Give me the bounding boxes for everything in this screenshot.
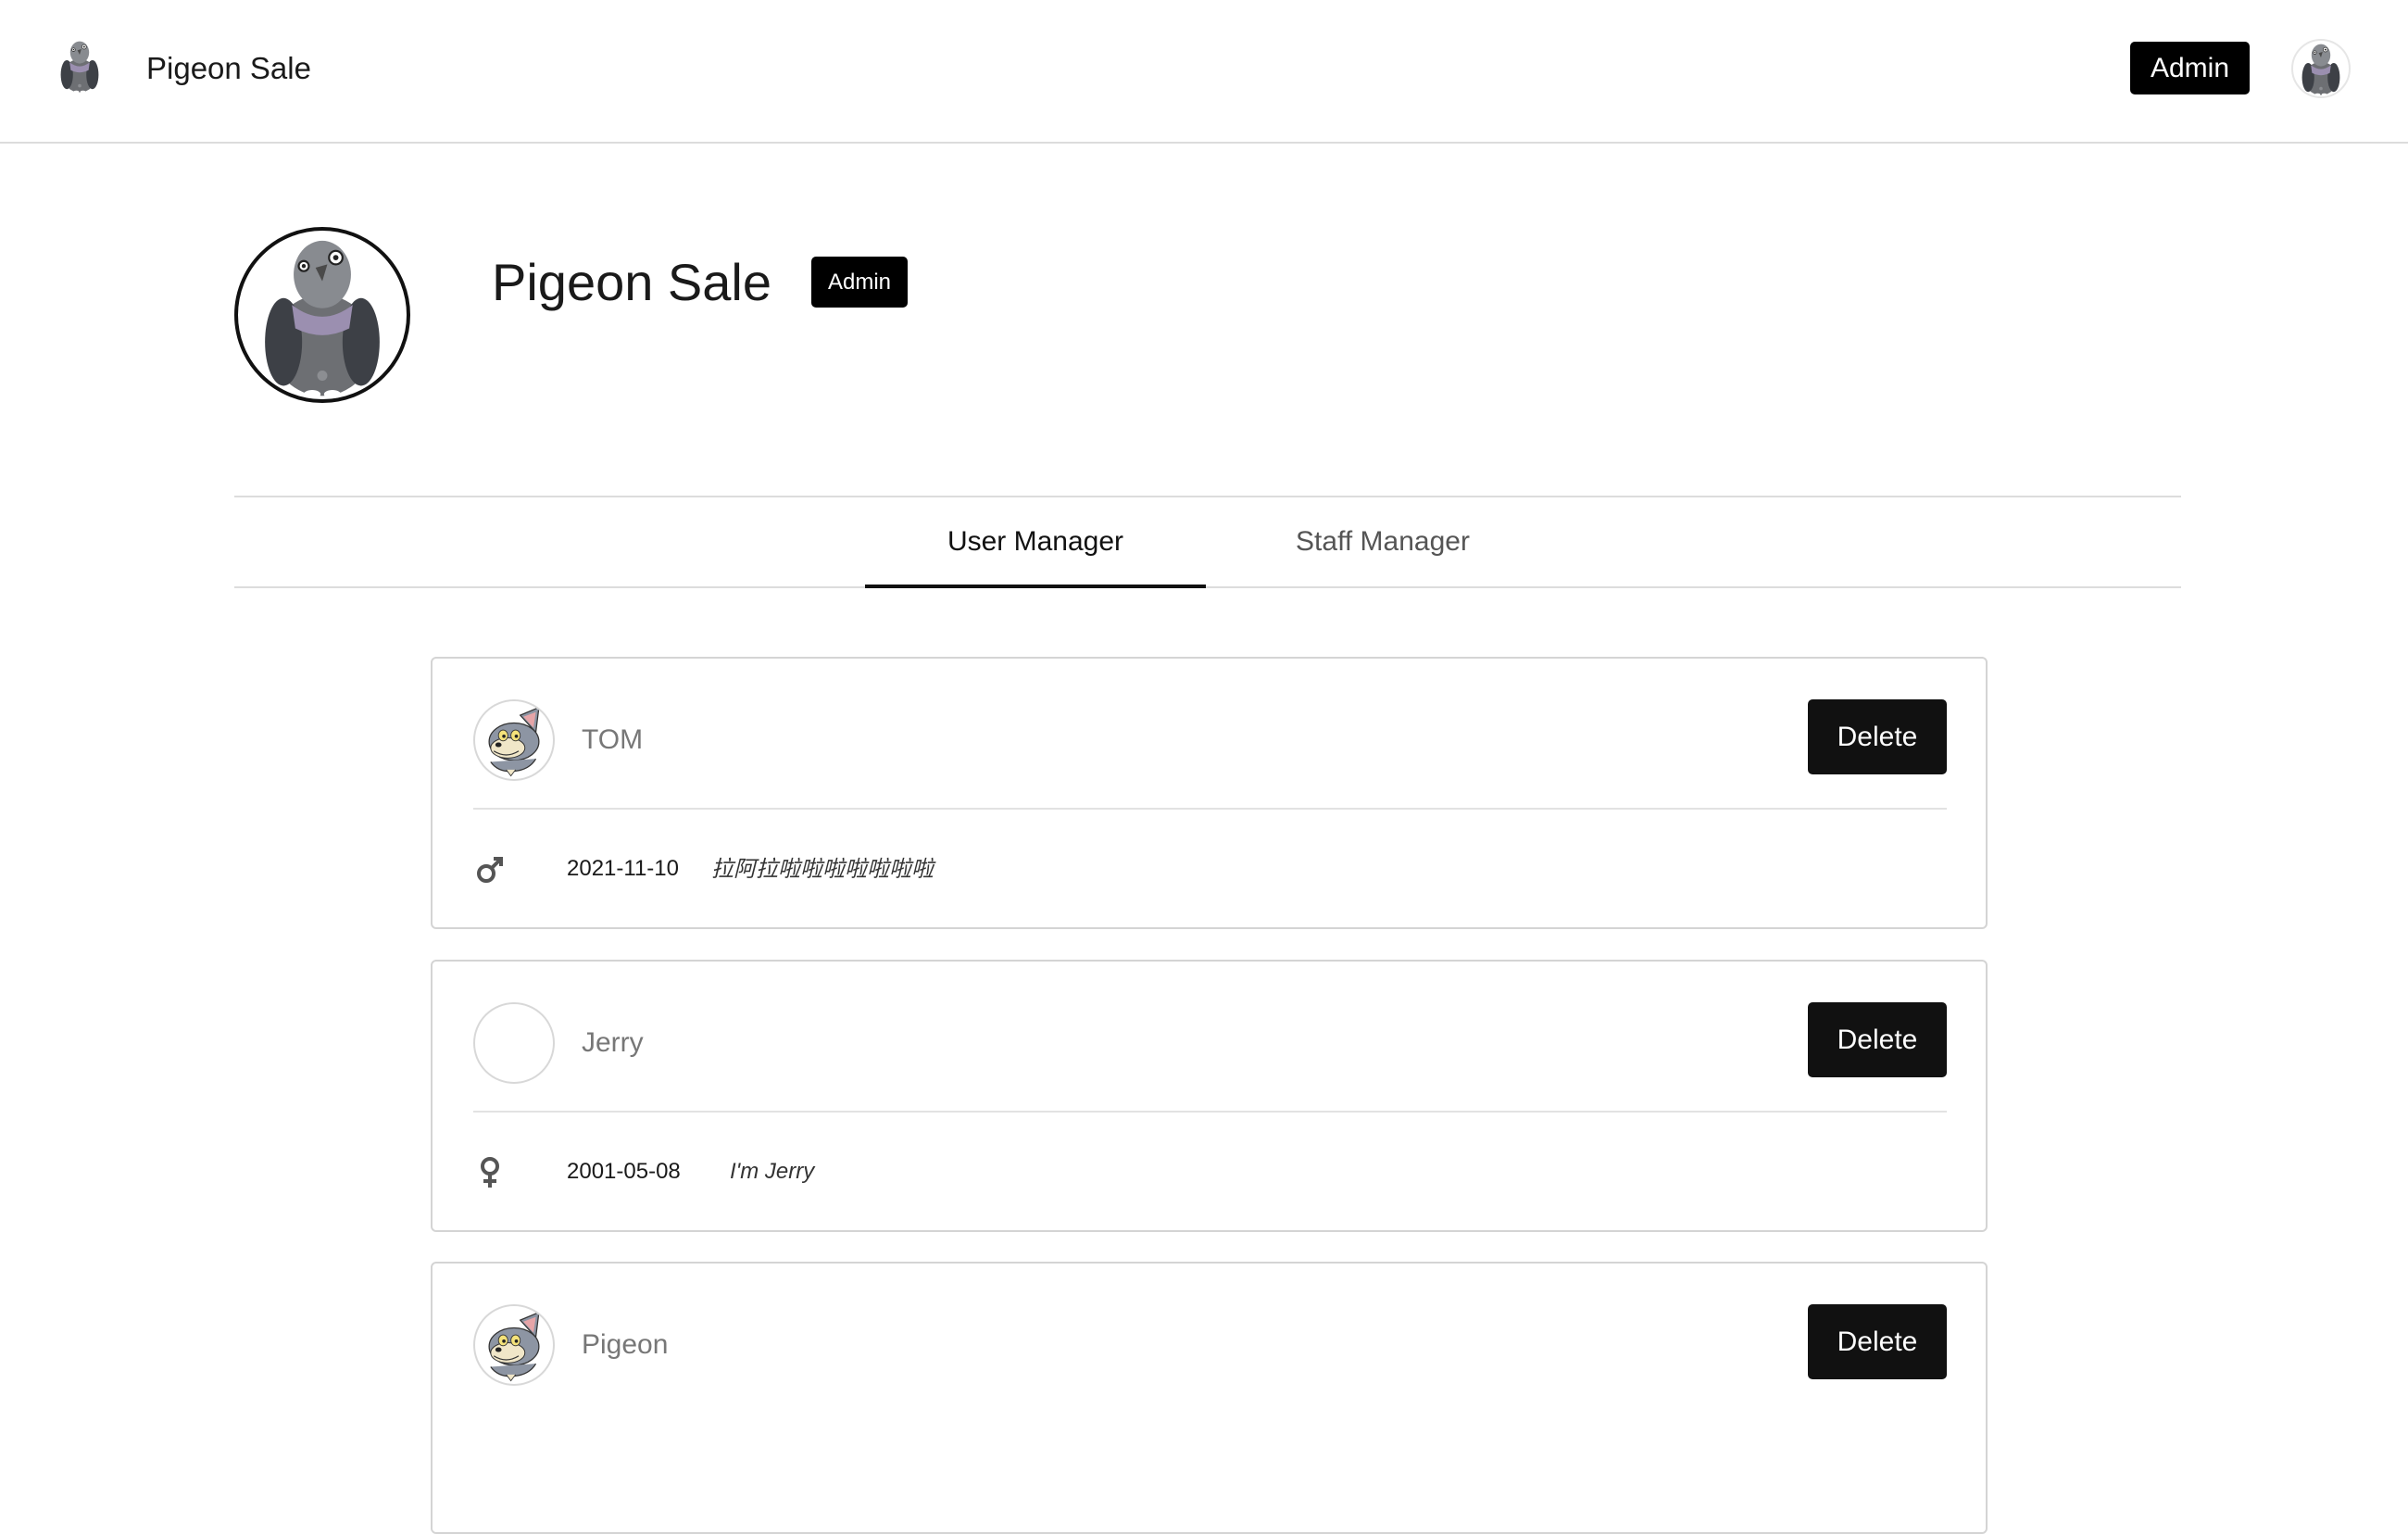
user-birthdate: 2021-11-10 [567,856,679,881]
delete-button[interactable]: Delete [1808,1002,1947,1077]
delete-button[interactable]: Delete [1808,1304,1947,1379]
user-card: Jerry Delete 2001-05-08 I'm Jerry [431,960,1988,1232]
user-bio: I'm Jerry [730,1159,815,1184]
male-icon [473,851,507,888]
user-name: TOM [582,724,644,755]
delete-button[interactable]: Delete [1808,699,1947,774]
tom-cat-avatar [473,1304,555,1386]
female-icon [473,1154,507,1191]
brand-name[interactable]: Pigeon Sale [146,48,311,89]
profile-name: Pigeon Sale [492,253,772,311]
tom-cat-avatar [473,699,555,781]
tab-staff-manager[interactable]: Staff Manager [1276,497,1489,586]
card-divider [473,808,1947,810]
profile-avatar [234,227,410,403]
top-navbar: Pigeon Sale Admin [0,0,2408,144]
user-card: TOM Delete 2021-11-10 拉阿拉啦啦啦啦啦啦啦 [431,657,1988,929]
user-bio: 拉阿拉啦啦啦啦啦啦啦 [711,856,934,882]
card-divider [473,1111,1947,1113]
empty-avatar [473,1002,555,1084]
tab-user-manager[interactable]: User Manager [865,497,1206,588]
user-name: Jerry [582,1027,644,1058]
user-name: Pigeon [582,1329,669,1360]
pigeon-logo-icon[interactable] [52,33,107,98]
admin-button[interactable]: Admin [2130,42,2250,94]
role-badge: Admin [811,257,908,308]
user-birthdate: 2001-05-08 [567,1159,681,1184]
manager-tabs: User Manager Staff Manager [234,496,2181,588]
user-card: Pigeon Delete [431,1262,1988,1534]
user-avatar-menu[interactable] [2291,39,2351,98]
